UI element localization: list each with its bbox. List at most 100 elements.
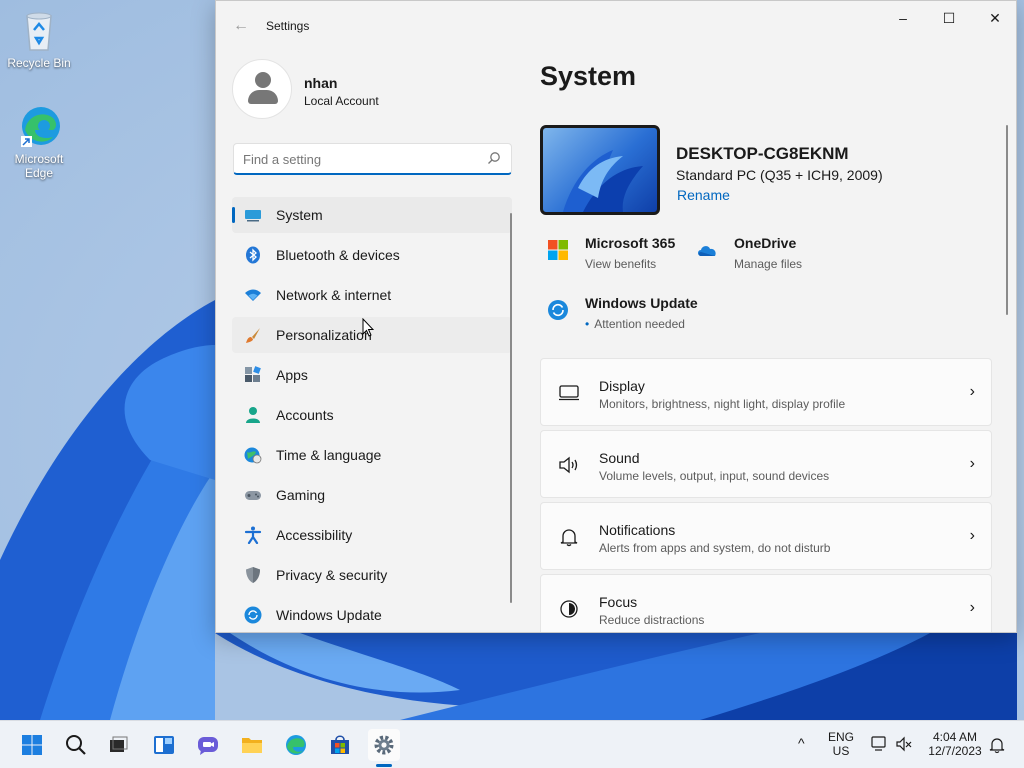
onedrive-link[interactable]: OneDrive Manage files	[696, 235, 826, 275]
card-notifications[interactable]: Notifications Alerts from apps and syste…	[540, 502, 992, 570]
rename-link[interactable]: Rename	[677, 187, 730, 203]
settings-window: ← Settings – ☐ ✕ nhan Local Account Syst…	[215, 0, 1017, 633]
settings-gear-icon	[374, 735, 394, 755]
search-input[interactable]	[243, 150, 473, 168]
card-subtitle: Monitors, brightness, night light, displ…	[599, 397, 846, 411]
language-code: ENG	[827, 730, 854, 744]
sidebar-item-label: Bluetooth & devices	[276, 247, 400, 263]
windows-update-link[interactable]: Windows Update • Attention needed	[547, 295, 717, 335]
paintbrush-icon	[246, 328, 260, 343]
card-focus[interactable]: Focus Reduce distractions ›	[540, 574, 992, 632]
sidebar-item-label: Privacy & security	[276, 567, 388, 583]
sidebar-scrollbar[interactable]	[510, 213, 512, 603]
card-subtitle: Volume levels, output, input, sound devi…	[599, 469, 830, 483]
card-title: Notifications	[599, 522, 676, 538]
chevron-right-icon: ›	[969, 599, 975, 616]
language-region: US	[832, 744, 850, 758]
card-title: Display	[599, 378, 645, 394]
volume-muted-icon[interactable]	[895, 735, 913, 753]
profile-name: nhan	[304, 75, 338, 91]
file-explorer-icon	[242, 738, 262, 753]
store-button[interactable]	[324, 729, 356, 761]
show-hidden-icons-button[interactable]: ^	[798, 735, 805, 751]
close-button[interactable]: ✕	[972, 1, 1016, 35]
title-bar[interactable]: ← Settings – ☐ ✕	[216, 1, 1016, 49]
desktop-icon-edge[interactable]: Microsoft Edge	[1, 104, 77, 180]
page-title: System	[540, 61, 637, 91]
edge-taskbar-button[interactable]	[280, 729, 312, 761]
taskbar: ^ ENG US 4:04 AM 12/7/2023	[0, 720, 1024, 768]
sidebar-item-label: Time & language	[276, 447, 382, 463]
quick-link-title: OneDrive	[734, 235, 797, 251]
card-subtitle: Alerts from apps and system, do not dist…	[599, 541, 831, 555]
search-icon[interactable]	[487, 151, 501, 165]
maximize-button[interactable]: ☐	[926, 1, 972, 35]
back-button[interactable]: ←	[230, 15, 252, 37]
sidebar-item-accessibility[interactable]: Accessibility	[232, 517, 512, 553]
minimize-button[interactable]: –	[880, 1, 926, 35]
device-model: Standard PC (Q35 + ICH9, 2009)	[676, 167, 883, 183]
file-explorer-button[interactable]	[236, 729, 268, 761]
onedrive-cloud-icon	[698, 246, 716, 256]
chevron-right-icon: ›	[969, 383, 975, 400]
start-button[interactable]	[16, 729, 48, 761]
clock-date: 12/7/2023	[928, 744, 982, 758]
sidebar-item-bluetooth[interactable]: Bluetooth & devices	[232, 237, 512, 273]
quick-link-subtitle: Manage files	[734, 257, 803, 271]
bluetooth-icon	[246, 246, 260, 264]
update-icon	[548, 300, 568, 320]
accessibility-icon	[244, 526, 262, 544]
card-title: Sound	[599, 450, 640, 466]
accounts-icon	[246, 407, 260, 423]
widgets-button[interactable]	[148, 729, 180, 761]
device-wallpaper-thumbnail[interactable]	[540, 125, 660, 215]
card-sound[interactable]: Sound Volume levels, output, input, soun…	[540, 430, 992, 498]
system-monitor-icon	[245, 210, 261, 222]
shield-icon	[246, 567, 260, 583]
card-subtitle: Reduce distractions	[599, 613, 705, 627]
sidebar-item-system[interactable]: System	[232, 197, 512, 233]
microsoft-logo-icon	[548, 240, 568, 260]
sidebar-item-network[interactable]: Network & internet	[232, 277, 512, 313]
microsoft-365-link[interactable]: Microsoft 365 View benefits	[547, 235, 687, 275]
display-icon	[559, 385, 579, 401]
active-app-indicator	[376, 764, 392, 767]
wifi-icon	[245, 289, 261, 301]
chat-icon	[198, 737, 218, 755]
chevron-right-icon: ›	[969, 455, 975, 472]
sidebar-item-label: Personalization	[276, 327, 372, 343]
task-view-button[interactable]	[102, 729, 134, 761]
user-profile[interactable]: nhan Local Account	[232, 59, 512, 119]
sidebar-nav: System Bluetooth & devices Network & int…	[232, 197, 512, 632]
notification-center-icon[interactable]	[988, 736, 1006, 754]
apps-icon	[245, 366, 261, 382]
quick-link-status: Attention needed	[594, 317, 685, 331]
sidebar-item-apps[interactable]: Apps	[232, 357, 512, 393]
clock[interactable]: 4:04 AM 12/7/2023	[922, 730, 988, 758]
sidebar-item-privacy-security[interactable]: Privacy & security	[232, 557, 512, 593]
language-indicator[interactable]: ENG US	[826, 730, 856, 758]
sidebar-item-gaming[interactable]: Gaming	[232, 477, 512, 513]
sidebar-item-label: Accounts	[276, 407, 334, 423]
bloom-thumbnail-art	[563, 150, 643, 212]
globe-clock-icon	[244, 447, 262, 464]
main-scrollbar[interactable]	[1006, 125, 1008, 315]
chevron-right-icon: ›	[969, 527, 975, 544]
task-view-icon	[110, 736, 128, 752]
sidebar-item-time-language[interactable]: Time & language	[232, 437, 512, 473]
back-arrow-icon: ←	[233, 17, 249, 34]
quick-link-title: Microsoft 365	[585, 235, 676, 251]
desktop-icon-recycle-bin[interactable]: Recycle Bin	[1, 8, 77, 70]
sidebar-item-windows-update[interactable]: Windows Update	[232, 597, 512, 632]
sidebar-item-accounts[interactable]: Accounts	[232, 397, 512, 433]
desktop-icon-label: Recycle Bin	[7, 56, 71, 70]
settings-taskbar-button[interactable]	[368, 729, 400, 761]
chat-button[interactable]	[192, 729, 224, 761]
sidebar-item-label: Windows Update	[276, 607, 382, 623]
taskbar-search-button[interactable]	[60, 729, 92, 761]
card-display[interactable]: Display Monitors, brightness, night ligh…	[540, 358, 992, 426]
network-status-icon[interactable]	[870, 735, 888, 753]
widgets-icon	[154, 736, 174, 754]
quick-link-subtitle: • Attention needed	[585, 317, 685, 331]
edge-icon	[17, 104, 61, 148]
